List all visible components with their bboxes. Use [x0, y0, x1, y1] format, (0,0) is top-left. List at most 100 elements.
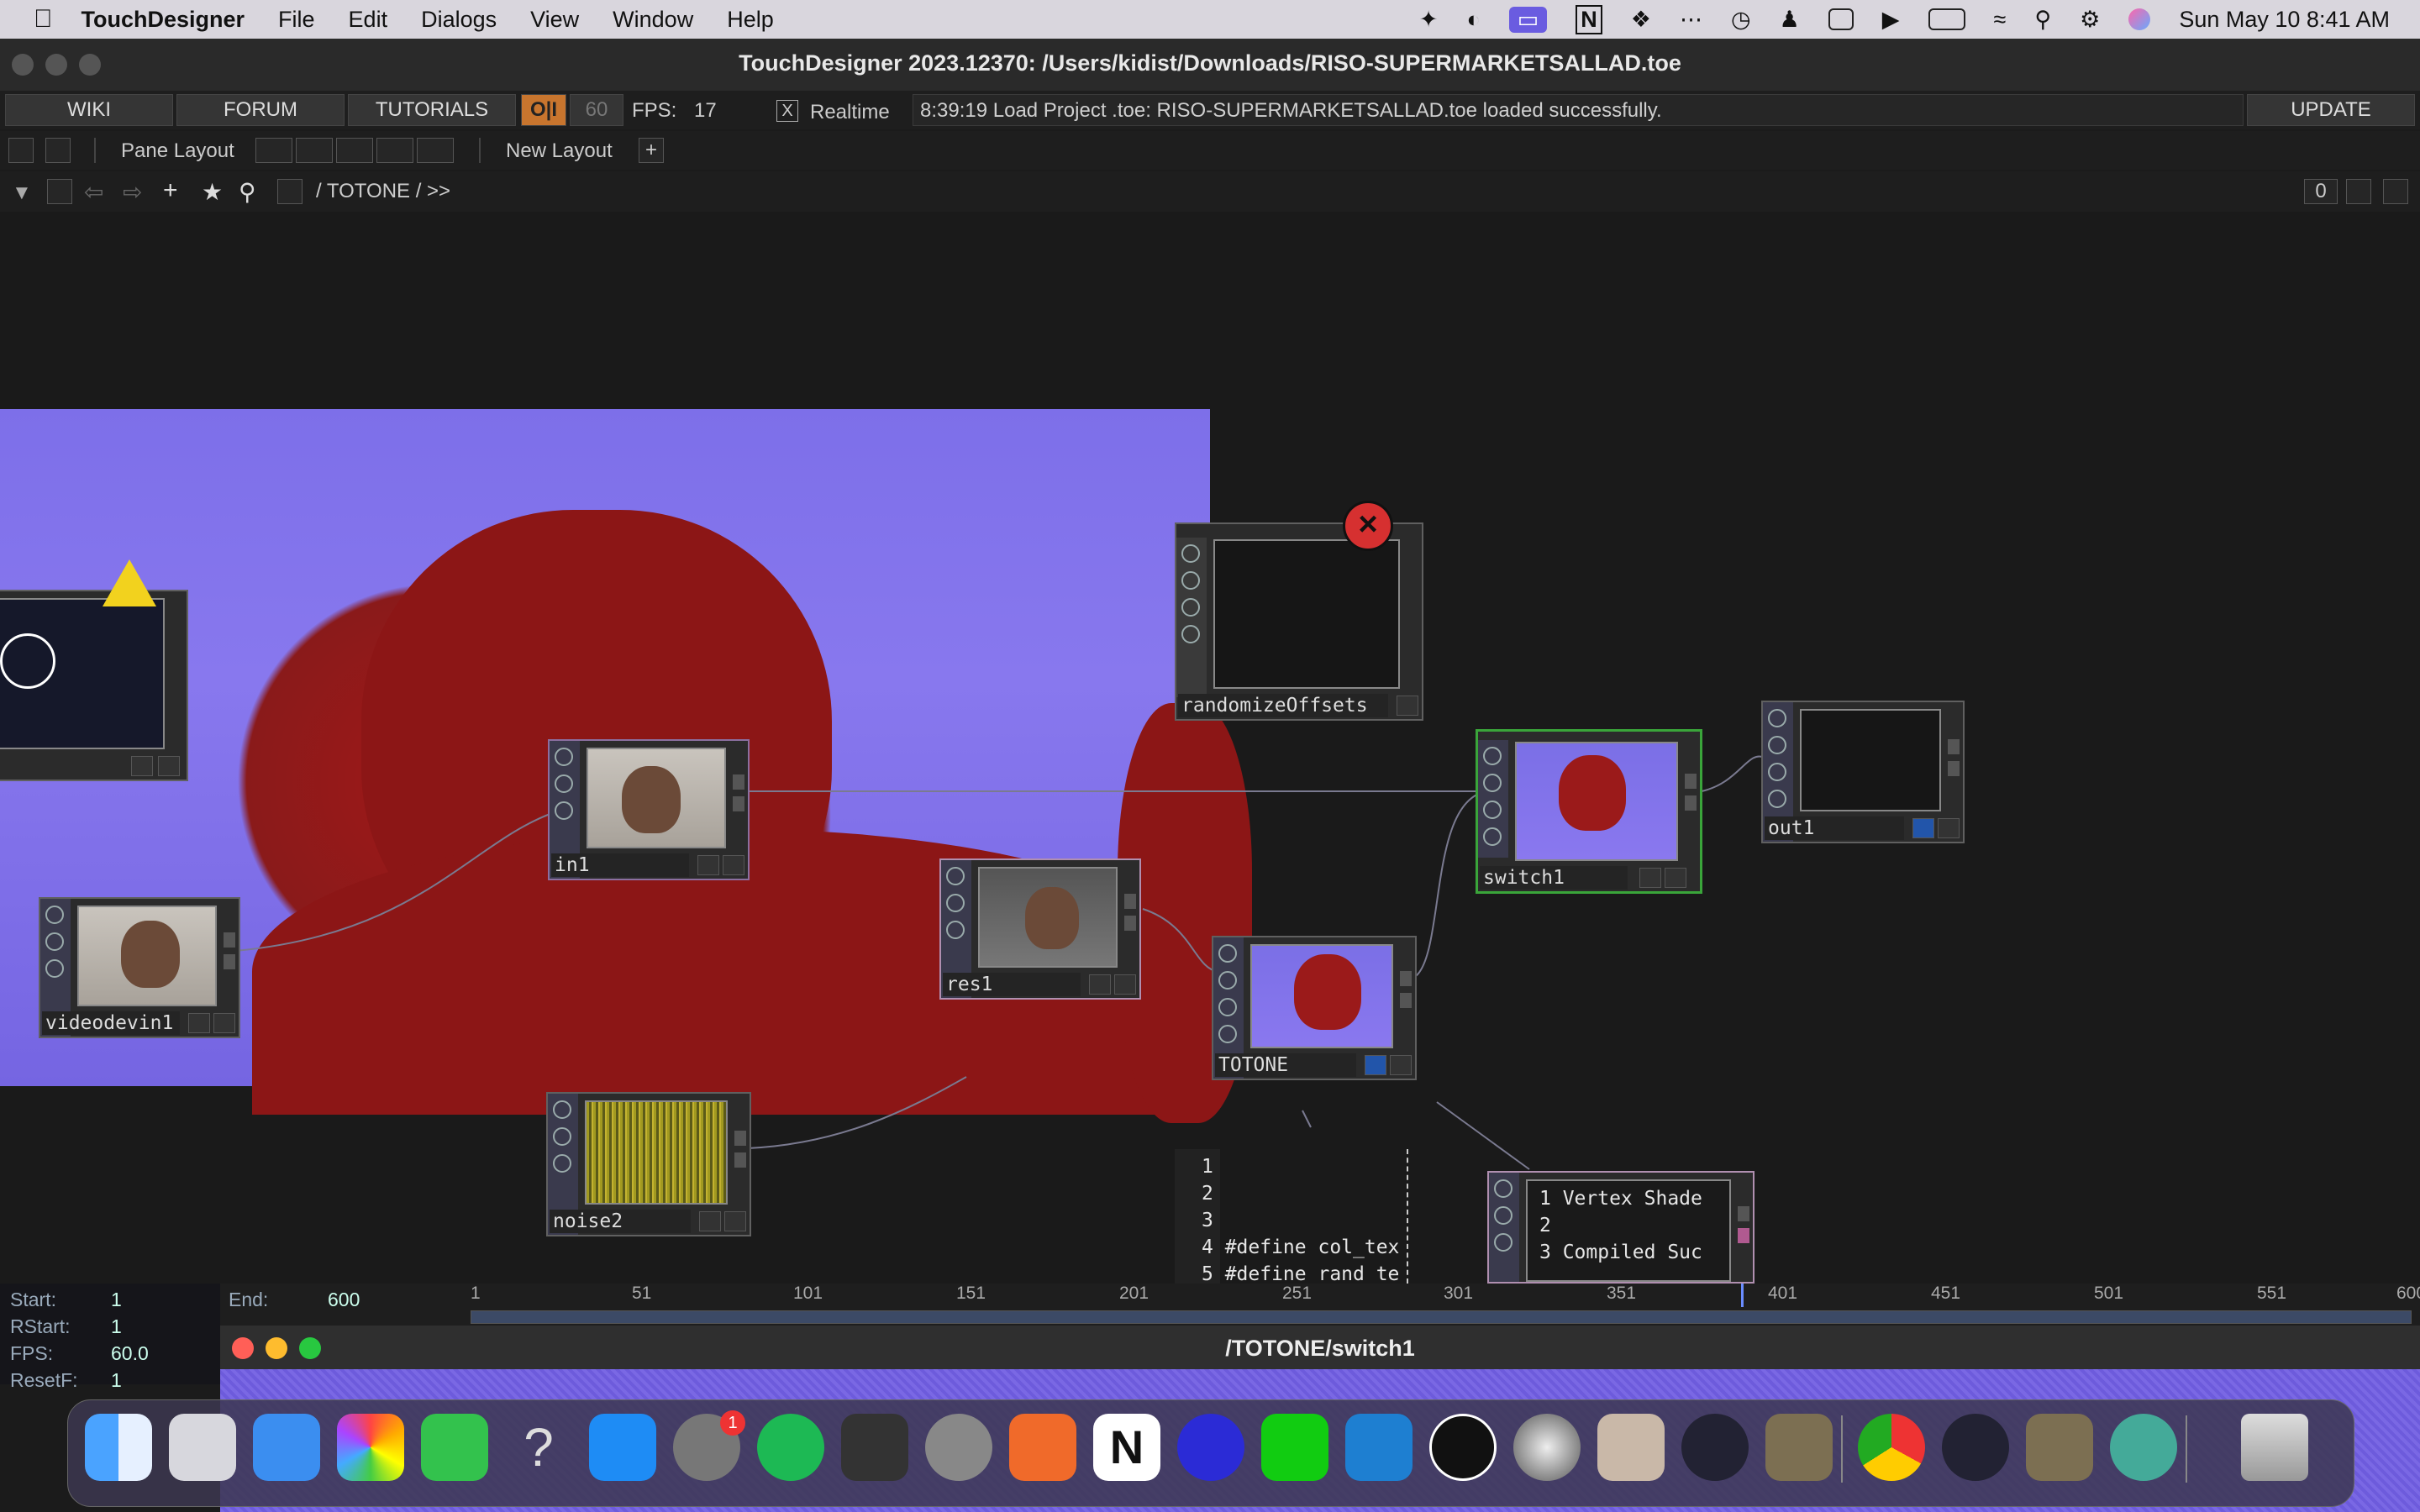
add-flag[interactable]	[1665, 868, 1686, 888]
forward-icon[interactable]: ⇨	[123, 178, 142, 206]
add-flag[interactable]	[1390, 1055, 1412, 1075]
obs-record-icon[interactable]	[1009, 1414, 1076, 1481]
search-icon[interactable]: ⚲	[239, 178, 256, 206]
wiki-button[interactable]: WIKI	[5, 94, 173, 126]
add-flag[interactable]	[1397, 696, 1418, 716]
maximize-icon[interactable]	[2346, 179, 2371, 204]
obs-icon[interactable]	[1681, 1414, 1749, 1481]
layout-split-v-button[interactable]	[296, 138, 333, 163]
notion-icon[interactable]: N	[1093, 1414, 1160, 1481]
viewer-flag[interactable]	[697, 855, 719, 875]
home-pane-icon[interactable]	[45, 138, 71, 163]
app-b-icon[interactable]	[2026, 1414, 2093, 1481]
touchdesigner-icon[interactable]	[1429, 1414, 1497, 1481]
compressor-icon[interactable]	[925, 1414, 992, 1481]
node-label[interactable]: out1	[1765, 816, 1904, 840]
add-flag[interactable]	[158, 756, 180, 776]
node-label[interactable]: switch1	[1480, 866, 1628, 890]
node-noise2[interactable]: noise2	[546, 1092, 751, 1236]
launchpad-icon[interactable]	[169, 1414, 236, 1481]
download-icon[interactable]	[2383, 179, 2408, 204]
play-icon[interactable]: ▶	[1882, 7, 1900, 33]
menu-dialogs[interactable]: Dialogs	[421, 7, 497, 33]
audacity-icon[interactable]	[1177, 1414, 1244, 1481]
more-icon[interactable]: ⋯	[1680, 7, 1702, 33]
node-label[interactable]: randomizeOffsets	[1178, 694, 1388, 717]
layout-triple-button[interactable]	[376, 138, 413, 163]
node-obs[interactable]	[0, 590, 188, 781]
clock-icon[interactable]: ◷	[1731, 7, 1751, 33]
menu-datetime[interactable]: Sun May 10 8:41 AM	[2179, 7, 2390, 33]
star-icon[interactable]: ★	[202, 178, 223, 206]
node-shader-info[interactable]: 1 Vertex Shade 2 3 Compiled Suc	[1487, 1171, 1754, 1284]
network-editor[interactable]: in1 videodevin1 res1 randomizeOffsets × …	[0, 212, 2420, 1284]
spotify-icon[interactable]	[757, 1414, 824, 1481]
menu-file[interactable]: File	[278, 7, 315, 33]
node-label[interactable]: res1	[943, 973, 1081, 996]
menu-edit[interactable]: Edit	[349, 7, 388, 33]
oi-toggle[interactable]: O|I	[521, 94, 566, 126]
iphone-mirror-icon[interactable]	[1597, 1414, 1665, 1481]
viewer-flag[interactable]	[1912, 818, 1934, 838]
viewer-flag[interactable]	[1639, 868, 1661, 888]
menu-app-name[interactable]: TouchDesigner	[82, 7, 245, 33]
pane-icon[interactable]	[8, 138, 34, 163]
timeline-ruler[interactable]: 1 51 101 151 201 251 301 351 401 451 501…	[467, 1284, 2420, 1314]
node-out1[interactable]: out1	[1761, 701, 1965, 843]
timeline-range-bar[interactable]	[471, 1310, 2412, 1324]
forum-button[interactable]: FORUM	[176, 94, 345, 126]
app-store-icon[interactable]	[589, 1414, 656, 1481]
trash-icon[interactable]	[2241, 1414, 2308, 1481]
layout-single-button[interactable]	[255, 138, 292, 163]
update-button[interactable]: UPDATE	[2247, 94, 2415, 126]
counter[interactable]: 0	[2304, 179, 2338, 204]
back-icon[interactable]: ⇦	[84, 178, 103, 206]
notion-icon[interactable]: N	[1576, 4, 1602, 34]
node-totone[interactable]: TOTONE	[1212, 936, 1417, 1080]
node-res1[interactable]: res1	[939, 858, 1141, 1000]
atom-icon[interactable]	[2110, 1414, 2177, 1481]
node-label[interactable]: videodevin1	[42, 1011, 180, 1035]
final-cut-icon[interactable]	[841, 1414, 908, 1481]
vscode-icon[interactable]	[1345, 1414, 1413, 1481]
start-value[interactable]: 1	[111, 1289, 122, 1311]
menu-window[interactable]: Window	[613, 7, 693, 33]
control-center-icon[interactable]: ⚙	[2080, 7, 2100, 33]
add-flag[interactable]	[723, 855, 744, 875]
node-label[interactable]: noise2	[550, 1210, 691, 1233]
finder-icon[interactable]	[85, 1414, 152, 1481]
node-switch1[interactable]: switch1	[1476, 729, 1702, 894]
menu-view[interactable]: View	[530, 7, 579, 33]
viewer-flag[interactable]	[131, 756, 153, 776]
mail-icon[interactable]	[253, 1414, 320, 1481]
sparkle-icon[interactable]: ✦	[1419, 7, 1439, 33]
pycharm-icon[interactable]	[1261, 1414, 1328, 1481]
screen-mirror-icon[interactable]: ▭	[1508, 6, 1548, 33]
search-icon[interactable]: ⚲	[2034, 7, 2051, 33]
resetf-value[interactable]: 1	[111, 1369, 122, 1392]
viewer-flag[interactable]	[1089, 974, 1111, 995]
add-icon[interactable]: +	[163, 176, 178, 205]
app-a-icon[interactable]	[1765, 1414, 1833, 1481]
battery-icon[interactable]	[1928, 8, 1965, 30]
layout-quad-button[interactable]	[417, 138, 454, 163]
obs-2-icon[interactable]	[1942, 1414, 2009, 1481]
viewer-flag[interactable]	[699, 1211, 721, 1231]
home-icon[interactable]	[277, 179, 302, 204]
add-flag[interactable]	[1114, 974, 1136, 995]
motion-icon[interactable]	[1513, 1414, 1581, 1481]
rstart-value[interactable]: 1	[111, 1315, 122, 1338]
node-label[interactable]: in1	[551, 853, 689, 877]
facetime-icon[interactable]	[421, 1414, 488, 1481]
chrome-icon[interactable]	[1858, 1414, 1925, 1481]
layout-split-h-button[interactable]	[336, 138, 373, 163]
add-layout-button[interactable]: +	[639, 138, 664, 163]
viewer-flag[interactable]	[1365, 1055, 1386, 1075]
accessibility-icon[interactable]: ♟	[1780, 7, 1800, 33]
chevron-down-icon[interactable]: ▼	[12, 181, 32, 205]
help-icon[interactable]: ?	[505, 1414, 572, 1481]
viewer-flag[interactable]	[188, 1013, 210, 1033]
add-flag[interactable]	[1938, 818, 1960, 838]
stop-icon[interactable]	[47, 179, 72, 204]
network-path[interactable]: / TOTONE / >>	[316, 180, 450, 203]
